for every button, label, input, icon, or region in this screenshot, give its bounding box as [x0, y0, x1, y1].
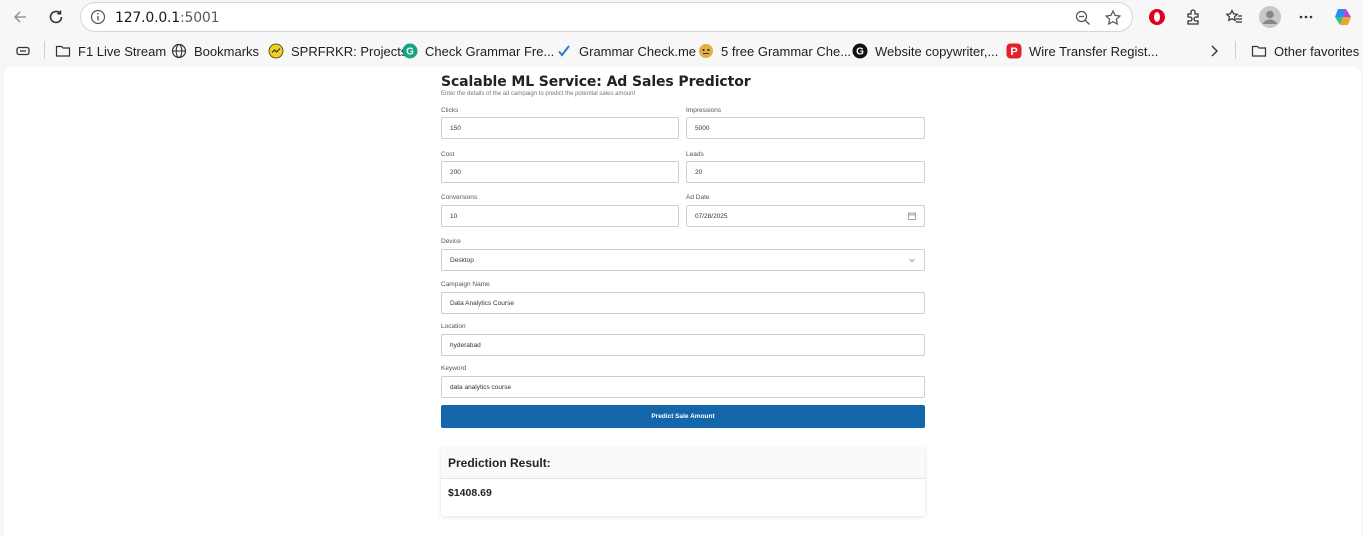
leads-input[interactable]: 20 — [686, 161, 925, 183]
back-arrow-icon[interactable] — [8, 5, 32, 29]
grammar-g-icon: G — [402, 43, 418, 59]
other-favorites[interactable]: Other favorites — [1251, 41, 1359, 61]
chevron-down-icon — [909, 258, 915, 263]
location-label: Location — [441, 323, 466, 330]
leads-value: 20 — [695, 168, 703, 176]
device-label: Device — [441, 238, 461, 245]
globe-icon — [171, 43, 187, 59]
keyword-value: data analytics course — [450, 383, 512, 391]
g-black-icon: G — [852, 43, 868, 59]
cost-input[interactable]: 200 — [441, 161, 679, 183]
profile-avatar[interactable] — [1258, 5, 1282, 29]
bookmark-sprfrkr-projects[interactable]: SPRFRKR: Projects — [268, 41, 407, 61]
svg-text:G: G — [406, 47, 414, 58]
page-title: Scalable ML Service: Ad Sales Predictor — [441, 74, 751, 90]
bookmark-f1-live-stream[interactable]: F1 Live Stream — [55, 41, 166, 61]
zoom-icon[interactable] — [1074, 9, 1092, 27]
reading-list-icon[interactable] — [15, 41, 31, 61]
copilot-icon[interactable] — [1331, 5, 1355, 29]
bookmark-grammar-check-me[interactable]: Grammar Check.me — [556, 41, 696, 61]
bookmark-divider — [44, 41, 45, 59]
impressions-input[interactable]: 5000 — [686, 117, 925, 139]
url-text[interactable]: 127.0.0.1:5001 — [115, 10, 220, 26]
bookmark-label: F1 Live Stream — [78, 43, 167, 59]
bookmark-label: Wire Transfer Regist... — [1029, 43, 1159, 59]
ad-date-label: Ad Date — [686, 194, 710, 201]
other-favorites-label: Other favorites — [1274, 43, 1360, 59]
conversions-label: Conversions — [441, 194, 478, 201]
folder-icon — [55, 43, 71, 59]
header: Scalable ML Service: Ad Sales Predictor … — [441, 74, 925, 97]
browser-toolbar: 127.0.0.1:5001 — [0, 0, 1363, 34]
bookmark-divider — [1235, 41, 1236, 59]
impressions-value: 5000 — [695, 124, 710, 132]
ad-date-input[interactable]: 07/28/2025 — [686, 205, 925, 227]
svg-text:G: G — [856, 47, 864, 58]
bookmark-label: Bookmarks — [194, 43, 260, 59]
cost-value: 200 — [450, 168, 461, 176]
clicks-value: 150 — [450, 124, 461, 132]
conversions-value: 10 — [450, 212, 458, 220]
conversions-input[interactable]: 10 — [441, 205, 679, 227]
bookmark-website-copywriter[interactable]: G Website copywriter,... — [852, 41, 998, 61]
site-info-icon[interactable] — [90, 9, 106, 25]
bookmark-label: Check Grammar Fre... — [425, 43, 555, 59]
prediction-result-card: Prediction Result: $1408.69 — [441, 448, 925, 516]
yellow-site-icon — [268, 43, 284, 59]
refresh-icon[interactable] — [44, 5, 68, 29]
bookmark-bookmarks[interactable]: Bookmarks — [171, 41, 259, 61]
clicks-input[interactable]: 150 — [441, 117, 679, 139]
keyword-label: Keyword — [441, 365, 467, 372]
extensions-icon[interactable] — [1181, 5, 1205, 29]
bookmark-label: Grammar Check.me — [579, 43, 697, 59]
campaign-name-value: Data Analytics Course — [450, 299, 514, 307]
prediction-result-value: $1408.69 — [448, 487, 492, 499]
svg-text:P: P — [1010, 46, 1017, 58]
page-subtitle: Enter the details of the ad campaign to … — [441, 91, 636, 97]
bookmark-check-grammar[interactable]: G Check Grammar Fre... — [402, 41, 554, 61]
url-port: :5001 — [180, 10, 220, 26]
address-bar[interactable]: 127.0.0.1:5001 — [80, 2, 1133, 32]
impressions-label: Impressions — [686, 107, 722, 114]
bookmark-wire-transfer[interactable]: P Wire Transfer Regist... — [1006, 41, 1158, 61]
campaign-name-label: Campaign Name — [441, 281, 490, 288]
campaign-name-input[interactable]: Data Analytics Course — [441, 292, 925, 314]
clicks-label: Clicks — [441, 107, 459, 114]
emoji-icon — [698, 43, 714, 59]
more-menu-icon[interactable] — [1294, 5, 1318, 29]
favorites-icon[interactable] — [1222, 5, 1246, 29]
calendar-icon[interactable] — [908, 212, 916, 220]
checkmark-icon — [556, 43, 572, 59]
predict-sale-amount-button[interactable]: Predict Sale Amount — [441, 405, 925, 428]
location-value: hyderabad — [450, 341, 481, 349]
location-input[interactable]: hyderabad — [441, 334, 925, 356]
folder-icon — [1251, 43, 1267, 59]
p-red-icon: P — [1006, 43, 1022, 59]
device-value: Desktop — [450, 256, 474, 264]
bookmarks-bar: F1 Live Stream Bookmarks SPRFRKR: Projec… — [0, 36, 1363, 66]
bookmark-5-free-grammar[interactable]: 5 free Grammar Che... — [698, 41, 851, 61]
leads-label: Leads — [686, 151, 704, 158]
ad-date-value: 07/28/2025 — [695, 212, 728, 220]
bookmark-label: 5 free Grammar Che... — [721, 43, 852, 59]
favorite-star-icon[interactable] — [1104, 9, 1122, 27]
cost-label: Cost — [441, 151, 455, 158]
url-host: 127.0.0.1 — [115, 10, 180, 26]
page-viewport: Scalable ML Service: Ad Sales Predictor … — [4, 67, 1361, 537]
opera-extension-icon[interactable] — [1145, 5, 1169, 29]
bookmark-label: SPRFRKR: Projects — [291, 43, 408, 59]
device-select[interactable]: Desktop — [441, 249, 925, 271]
chevron-right-icon[interactable] — [1206, 41, 1222, 61]
keyword-input[interactable]: data analytics course — [441, 376, 925, 398]
prediction-result-heading: Prediction Result: — [441, 448, 925, 479]
bookmark-label: Website copywriter,... — [875, 43, 999, 59]
